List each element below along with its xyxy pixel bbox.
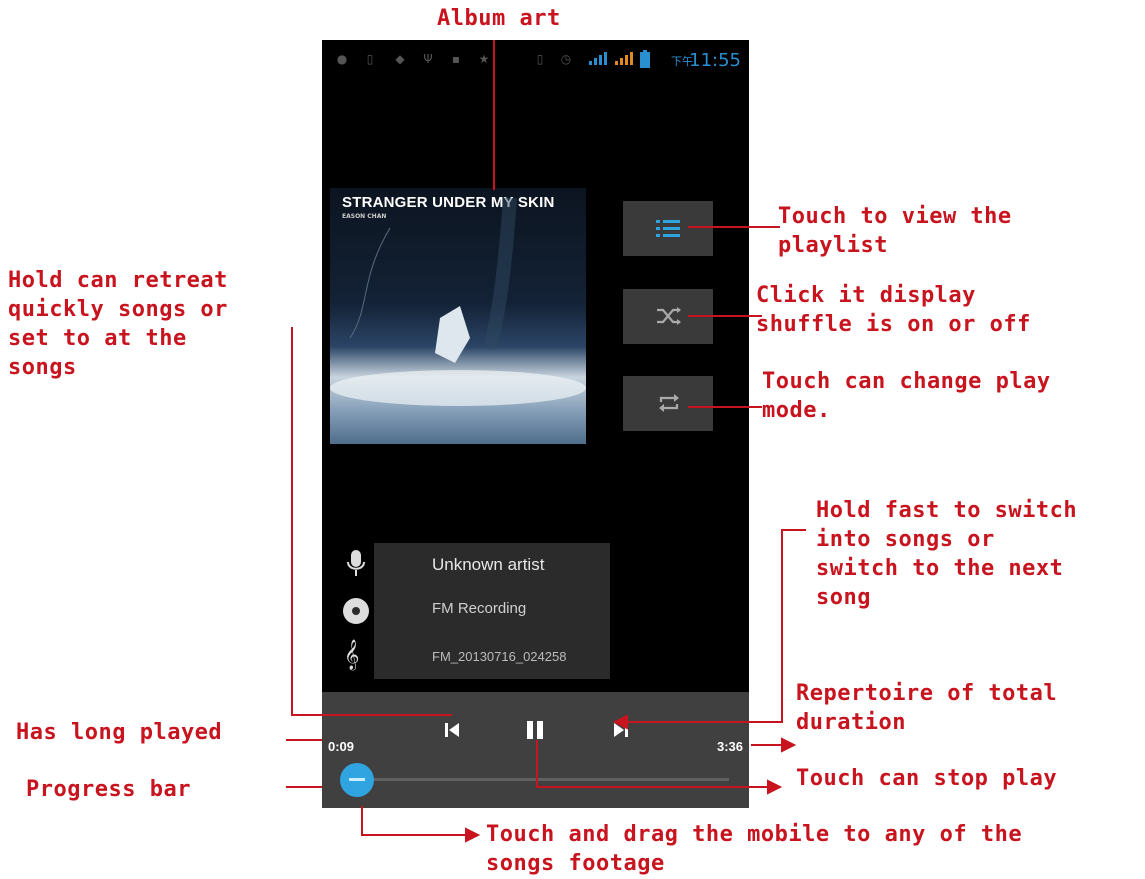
annotation-drag: Touch and drag the mobile to any of the … [486, 822, 1023, 876]
annotation-shuffle: Click it display shuffle is on or off [756, 283, 1031, 337]
annotation-retreat: Hold can retreat quickly songs or set to… [8, 268, 228, 380]
annotation-playlist: Touch to view the playlist [778, 204, 1012, 258]
annotation-play-mode: Touch can change play mode. [762, 369, 1051, 423]
annotation-stop-play: Touch can stop play [796, 766, 1058, 791]
annotation-leader-lines [286, 40, 806, 843]
annotation-long-played: Has long played [16, 720, 223, 745]
annotation-progress-bar: Progress bar [26, 777, 191, 802]
annotation-total-duration: Repertoire of total duration [796, 681, 1058, 735]
annotation-album-art: Album art [437, 6, 561, 31]
annotation-forward: Hold fast to switch into songs or switch… [816, 498, 1078, 610]
